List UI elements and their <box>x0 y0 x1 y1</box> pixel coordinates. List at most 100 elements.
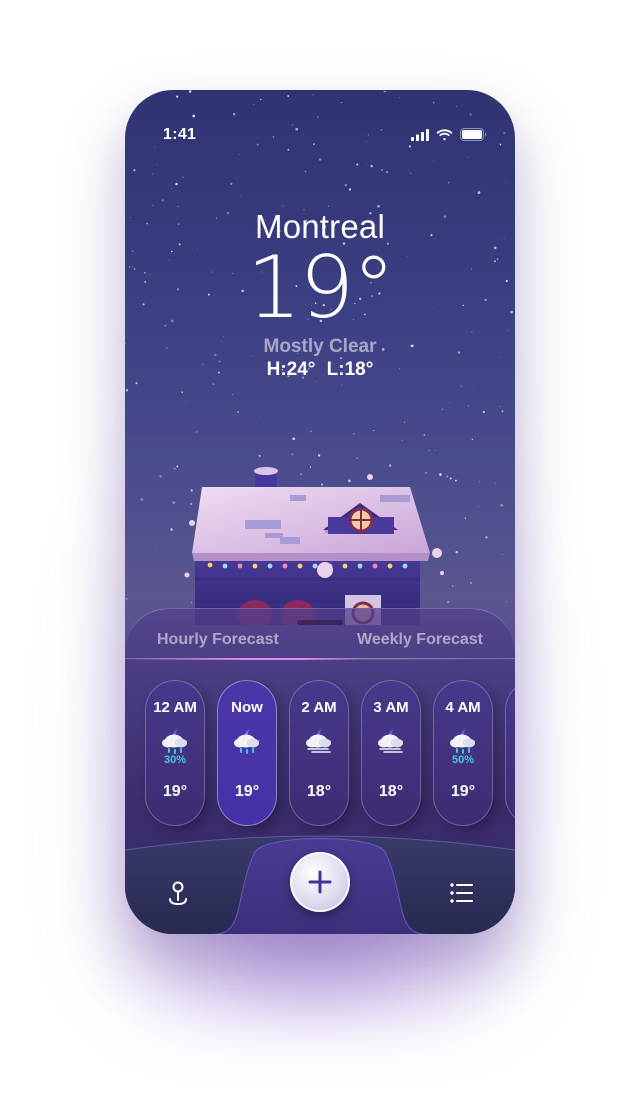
star <box>441 408 444 411</box>
star <box>366 163 367 165</box>
star <box>344 183 348 187</box>
star <box>385 90 387 93</box>
star <box>499 406 501 408</box>
star <box>468 405 470 407</box>
star <box>502 554 504 556</box>
current-temperature: 19° <box>246 238 395 338</box>
stage: 1:41 Montreal 19° Mostly Clear H:24° L:1… <box>0 0 625 1112</box>
star <box>190 109 192 110</box>
star <box>318 158 322 161</box>
phone-screen: 1:41 Montreal 19° Mostly Clear H:24° L:1… <box>125 90 515 934</box>
star <box>312 94 314 96</box>
star <box>504 181 506 183</box>
star <box>125 389 129 392</box>
star <box>317 454 321 457</box>
star <box>154 146 156 148</box>
star <box>327 205 329 207</box>
star <box>473 385 475 386</box>
star <box>340 101 342 104</box>
status-time: 1:41 <box>163 126 197 143</box>
tab-active-indicator <box>125 658 515 660</box>
hourly-forecast-list: 12 AM 30% 19° Now 19° 2 AM 18° 3 AM 18° … <box>145 680 515 830</box>
star <box>232 393 234 395</box>
star <box>135 382 138 385</box>
wifi-icon <box>436 128 453 141</box>
star <box>432 160 434 162</box>
cellular-signal-icon <box>411 128 429 141</box>
star <box>170 528 173 531</box>
star <box>428 449 430 451</box>
star <box>159 475 162 478</box>
rain-moon-cloud-icon <box>450 729 476 754</box>
sheet-drag-handle[interactable] <box>297 620 343 625</box>
star <box>494 90 497 92</box>
hour-temperature: 19° <box>450 783 476 800</box>
star <box>310 430 312 433</box>
star <box>140 498 144 501</box>
list-icon[interactable] <box>449 882 475 904</box>
star <box>434 449 436 451</box>
high-low-temperature: H:24° L:18° <box>266 359 374 380</box>
star <box>185 400 187 402</box>
star <box>482 410 486 414</box>
star <box>152 173 153 175</box>
star <box>304 170 307 173</box>
star <box>230 182 233 186</box>
star <box>176 465 179 468</box>
tab-weekly-forecast[interactable]: Weekly Forecast <box>357 631 483 649</box>
star <box>258 454 261 457</box>
star <box>469 113 472 116</box>
hour-label: Now <box>231 699 263 716</box>
star <box>404 421 406 423</box>
hourly-card-now[interactable]: Now 19° <box>217 680 277 826</box>
star <box>448 182 450 184</box>
star <box>237 411 239 413</box>
star <box>292 437 296 441</box>
star <box>352 432 355 435</box>
star <box>212 383 215 386</box>
battery-icon <box>460 128 487 141</box>
star <box>181 391 184 394</box>
star <box>253 103 255 105</box>
hour-label: 4 AM <box>445 699 481 716</box>
star <box>176 95 179 98</box>
star <box>399 97 401 99</box>
star <box>495 482 497 484</box>
star <box>477 191 481 194</box>
star <box>456 105 457 107</box>
weather-condition: Mostly Clear <box>263 336 377 357</box>
star <box>448 402 450 403</box>
star <box>260 98 262 101</box>
star <box>372 429 374 432</box>
map-pin-icon[interactable] <box>165 880 191 906</box>
status-icons <box>411 128 487 141</box>
hourly-card[interactable]: 4 AM 50% 19° <box>433 680 493 826</box>
hourly-card[interactable]: 3 AM 18° <box>361 680 421 826</box>
star <box>173 467 176 471</box>
hourly-card[interactable]: 2 AM 18° <box>289 680 349 826</box>
star <box>505 600 507 603</box>
star <box>341 384 343 386</box>
add-location-button[interactable] <box>290 852 350 912</box>
hourly-card-partial[interactable] <box>505 680 515 826</box>
star <box>379 93 381 95</box>
wind-moon-cloud-icon <box>306 729 332 753</box>
star <box>468 156 469 158</box>
tab-hourly-forecast[interactable]: Hourly Forecast <box>157 631 279 649</box>
wind-moon-cloud-icon <box>378 729 404 753</box>
star <box>460 385 462 387</box>
star <box>501 410 504 413</box>
star <box>356 163 359 166</box>
hourly-card[interactable]: 12 AM 30% 19° <box>145 680 205 826</box>
star <box>432 101 435 104</box>
star <box>154 547 156 549</box>
weather-hero: Montreal 19° Mostly Clear H:24° L:18° <box>125 208 515 381</box>
hour-label: 12 AM <box>153 699 197 716</box>
star <box>133 169 136 172</box>
star <box>282 205 284 207</box>
forecast-tabs: Hourly Forecast Weekly Forecast <box>125 631 515 661</box>
plus-icon <box>308 870 332 894</box>
star <box>287 148 290 151</box>
star <box>506 92 508 94</box>
rain-moon-cloud-icon <box>234 729 260 754</box>
